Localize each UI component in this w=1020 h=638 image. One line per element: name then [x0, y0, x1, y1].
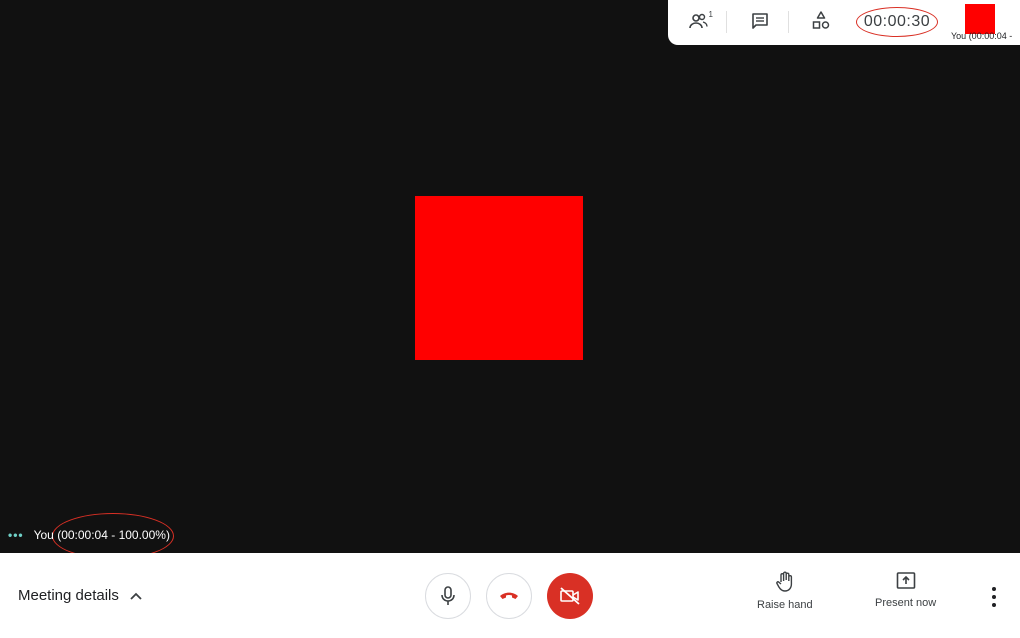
microphone-icon — [441, 586, 455, 605]
more-options-button[interactable] — [986, 587, 1002, 607]
main-video-stage — [0, 0, 1020, 553]
more-vert-icon — [992, 595, 996, 599]
present-now-label: Present now — [875, 597, 937, 609]
bottom-control-bar: Meeting details Raise hand Present now — [0, 553, 1020, 638]
self-status-label: You (00:00:04 - 100.00%) — [33, 528, 170, 542]
main-video-tile — [415, 196, 583, 360]
self-view-thumbnail[interactable]: You (00:00:04 - — [948, 0, 1020, 45]
shapes-icon — [812, 11, 830, 29]
self-status-overlay: ••• You (00:00:04 - 100.00%) — [8, 524, 170, 546]
chat-button[interactable] — [747, 8, 773, 34]
people-icon — [689, 13, 708, 29]
activities-button[interactable] — [808, 8, 834, 34]
camera-off-icon — [560, 587, 580, 605]
toolbar-divider — [788, 11, 789, 33]
hand-icon — [775, 571, 792, 592]
more-vert-icon — [992, 603, 996, 607]
call-timer: 00:00:30 — [856, 7, 938, 37]
raise-hand-label: Raise hand — [757, 599, 813, 611]
microphone-button[interactable] — [425, 573, 471, 619]
audio-level-dots-icon: ••• — [8, 528, 24, 542]
self-video-preview — [965, 4, 995, 34]
present-screen-icon — [896, 572, 915, 589]
meeting-details-label: Meeting details — [18, 587, 119, 604]
present-now-button[interactable]: Present now — [875, 571, 936, 609]
top-toolbar: 1 00:00:30 You (00:00:04 - — [668, 0, 1020, 45]
more-vert-icon — [992, 587, 996, 591]
chat-icon — [752, 13, 768, 29]
chevron-up-icon — [130, 592, 142, 600]
meeting-details-button[interactable]: Meeting details — [18, 587, 143, 604]
toolbar-divider — [726, 11, 727, 33]
participants-count-badge: 1 — [708, 10, 713, 19]
participants-button[interactable]: 1 — [686, 8, 713, 34]
raise-hand-button[interactable]: Raise hand — [757, 571, 813, 611]
camera-toggle-button[interactable] — [547, 573, 593, 619]
phone-hangup-icon — [500, 592, 518, 599]
leave-call-button[interactable] — [486, 573, 532, 619]
self-thumbnail-label: You (00:00:04 - — [951, 31, 1013, 41]
